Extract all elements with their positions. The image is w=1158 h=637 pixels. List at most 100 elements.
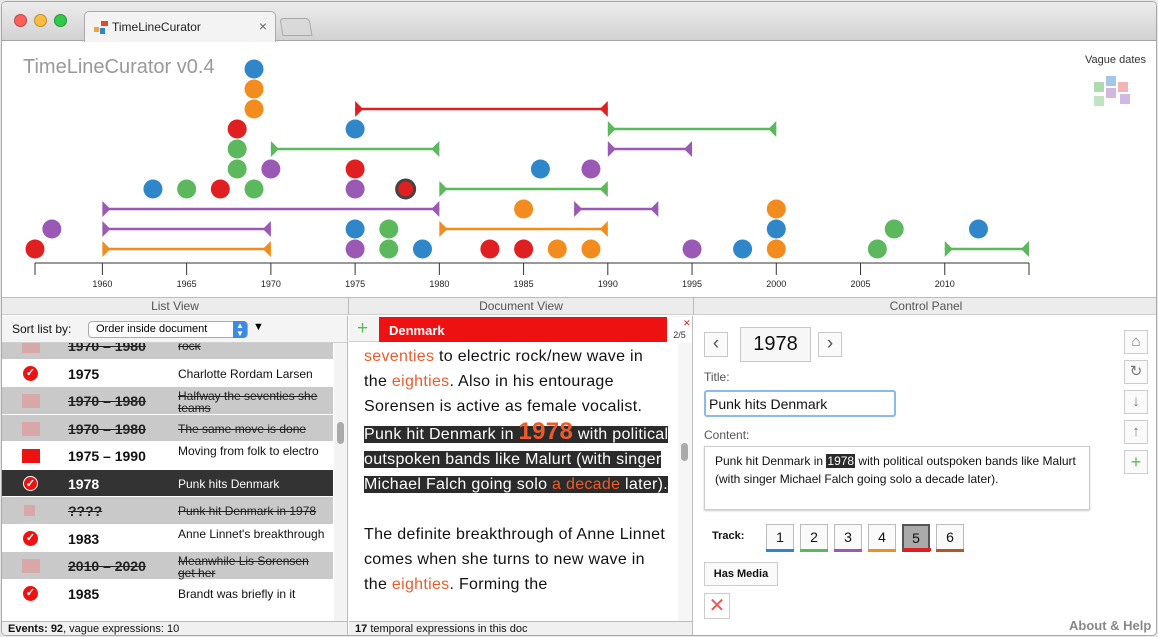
timeline-event-point[interactable] [42,219,62,239]
sort-direction-icon[interactable]: ▼ [253,321,264,333]
document-scrollbar[interactable] [678,343,692,621]
timeline-event-point[interactable] [514,199,534,219]
range-end-marker[interactable] [262,241,271,257]
timeline-event-point[interactable] [227,159,247,179]
track-button[interactable]: 5 [902,524,931,552]
close-document-icon[interactable]: ✕ [683,318,691,329]
mail-checked-icon[interactable] [22,449,40,463]
list-item[interactable]: ✓ 1978 Punk hits Denmark [2,469,333,497]
redo-icon[interactable]: ↻ [1124,360,1148,384]
timeline-event-point[interactable] [143,179,163,199]
checked-icon[interactable]: ✓ [23,475,38,491]
has-media-button[interactable]: Has Media [704,562,778,586]
title-input[interactable] [704,390,896,417]
add-document-icon[interactable]: + [357,318,368,340]
home-icon[interactable]: ⌂ [1124,330,1148,354]
range-start-marker[interactable] [102,241,111,257]
track-button[interactable]: 6 [936,524,964,552]
list-scroll-thumb[interactable] [337,422,344,444]
range-start-marker[interactable] [607,141,616,157]
track-button[interactable]: 3 [834,524,862,552]
range-end-marker[interactable] [262,221,271,237]
temporal-expression[interactable]: eighties [392,373,450,390]
range-start-marker[interactable] [102,221,111,237]
timeline-event-point[interactable] [514,239,534,259]
range-end-marker[interactable] [684,141,693,157]
timeline-event-point[interactable] [345,159,365,179]
previous-year-button[interactable]: ‹ [704,332,728,357]
new-tab-button[interactable] [279,18,313,36]
timeline-event-point[interactable] [244,59,264,79]
mail-icon[interactable] [22,421,40,436]
timeline-event-point[interactable] [345,239,365,259]
range-end-marker[interactable] [1021,241,1029,257]
document-scroll-thumb[interactable] [681,443,688,461]
range-start-marker[interactable] [944,241,953,257]
range-start-marker[interactable] [574,201,583,217]
list-item[interactable]: ✓ 1983 Anne Linnet's breakthrough [2,525,333,552]
timeline-event-point[interactable] [244,179,264,199]
mail-icon[interactable] [22,559,40,573]
timeline-event-point[interactable] [25,239,45,259]
track-button[interactable]: 2 [800,524,828,552]
range-start-marker[interactable] [102,201,111,217]
range-end-marker[interactable] [431,141,440,157]
timeline-chart[interactable]: 1960 1965 1970 1975 1980 1985 1990 1995 2000 2005… [2,42,1157,297]
timeline-event-point[interactable] [766,239,786,259]
timeline-event-point[interactable] [530,159,550,179]
list-item[interactable]: ???? Punk hit Denmark in 1978 [2,497,333,525]
next-year-button[interactable]: › [818,332,842,357]
timeline-event-point[interactable] [227,119,247,139]
selected-event-point[interactable] [395,178,417,200]
range-start-marker[interactable] [355,101,364,117]
timeline-event-point[interactable] [480,239,500,259]
range-end-marker[interactable] [599,181,608,197]
temporal-expression[interactable]: 1978 [519,418,574,445]
range-end-marker[interactable] [599,221,608,237]
list-item[interactable]: ✓ 1975 Charlotte Rordam Larsen [2,360,333,387]
temporal-expression[interactable]: a decade [552,476,620,493]
browser-tab[interactable]: TimeLineCurator × [84,11,276,42]
range-end-marker[interactable] [599,101,608,117]
temporal-expression[interactable]: seventies [364,348,434,365]
range-end-marker[interactable] [768,121,777,137]
minimize-window-button[interactable] [34,14,47,27]
timeline-event-point[interactable] [867,239,887,259]
timeline-event-point[interactable] [581,239,601,259]
timeline-event-point[interactable] [682,239,702,259]
zoom-window-button[interactable] [54,14,67,27]
close-window-button[interactable] [14,14,27,27]
timeline-event-point[interactable] [412,239,432,259]
range-end-marker[interactable] [650,201,659,217]
timeline-event-point[interactable] [766,219,786,239]
timeline-event-point[interactable] [244,79,264,99]
list-item[interactable]: 1970 – 1980 rock [2,343,333,360]
timeline-event-point[interactable] [345,179,365,199]
close-tab-icon[interactable]: × [259,18,267,34]
timeline-event-point[interactable] [379,239,399,259]
range-start-marker[interactable] [439,221,448,237]
timeline-event-point[interactable] [968,219,988,239]
about-help-link[interactable]: About & Help [1069,618,1151,633]
track-button[interactable]: 4 [868,524,896,552]
list-item[interactable]: 1975 – 1990 Moving from folk to electro [2,442,333,470]
list-scrollbar[interactable] [334,343,347,621]
move-up-icon[interactable]: ↑ [1124,420,1148,444]
timeline-event-point[interactable] [884,219,904,239]
mail-icon[interactable] [22,394,40,408]
range-start-marker[interactable] [270,141,279,157]
timeline-event-point[interactable] [210,179,230,199]
timeline-event-point[interactable] [345,219,365,239]
timeline-event-point[interactable] [547,239,567,259]
timeline-event-point[interactable] [581,159,601,179]
timeline-event-point[interactable] [345,119,365,139]
timeline-event-point[interactable] [261,159,281,179]
add-event-icon[interactable]: + [1124,450,1148,474]
timeline-event-point[interactable] [379,219,399,239]
checked-icon[interactable]: ✓ [23,530,38,546]
square-icon[interactable] [24,505,35,516]
list-item[interactable]: ✓ 1985 Brandt was briefly in it [2,580,333,607]
timeline-event-point[interactable] [244,99,264,119]
timeline-event-point[interactable] [766,199,786,219]
checked-icon[interactable]: ✓ [23,365,38,381]
